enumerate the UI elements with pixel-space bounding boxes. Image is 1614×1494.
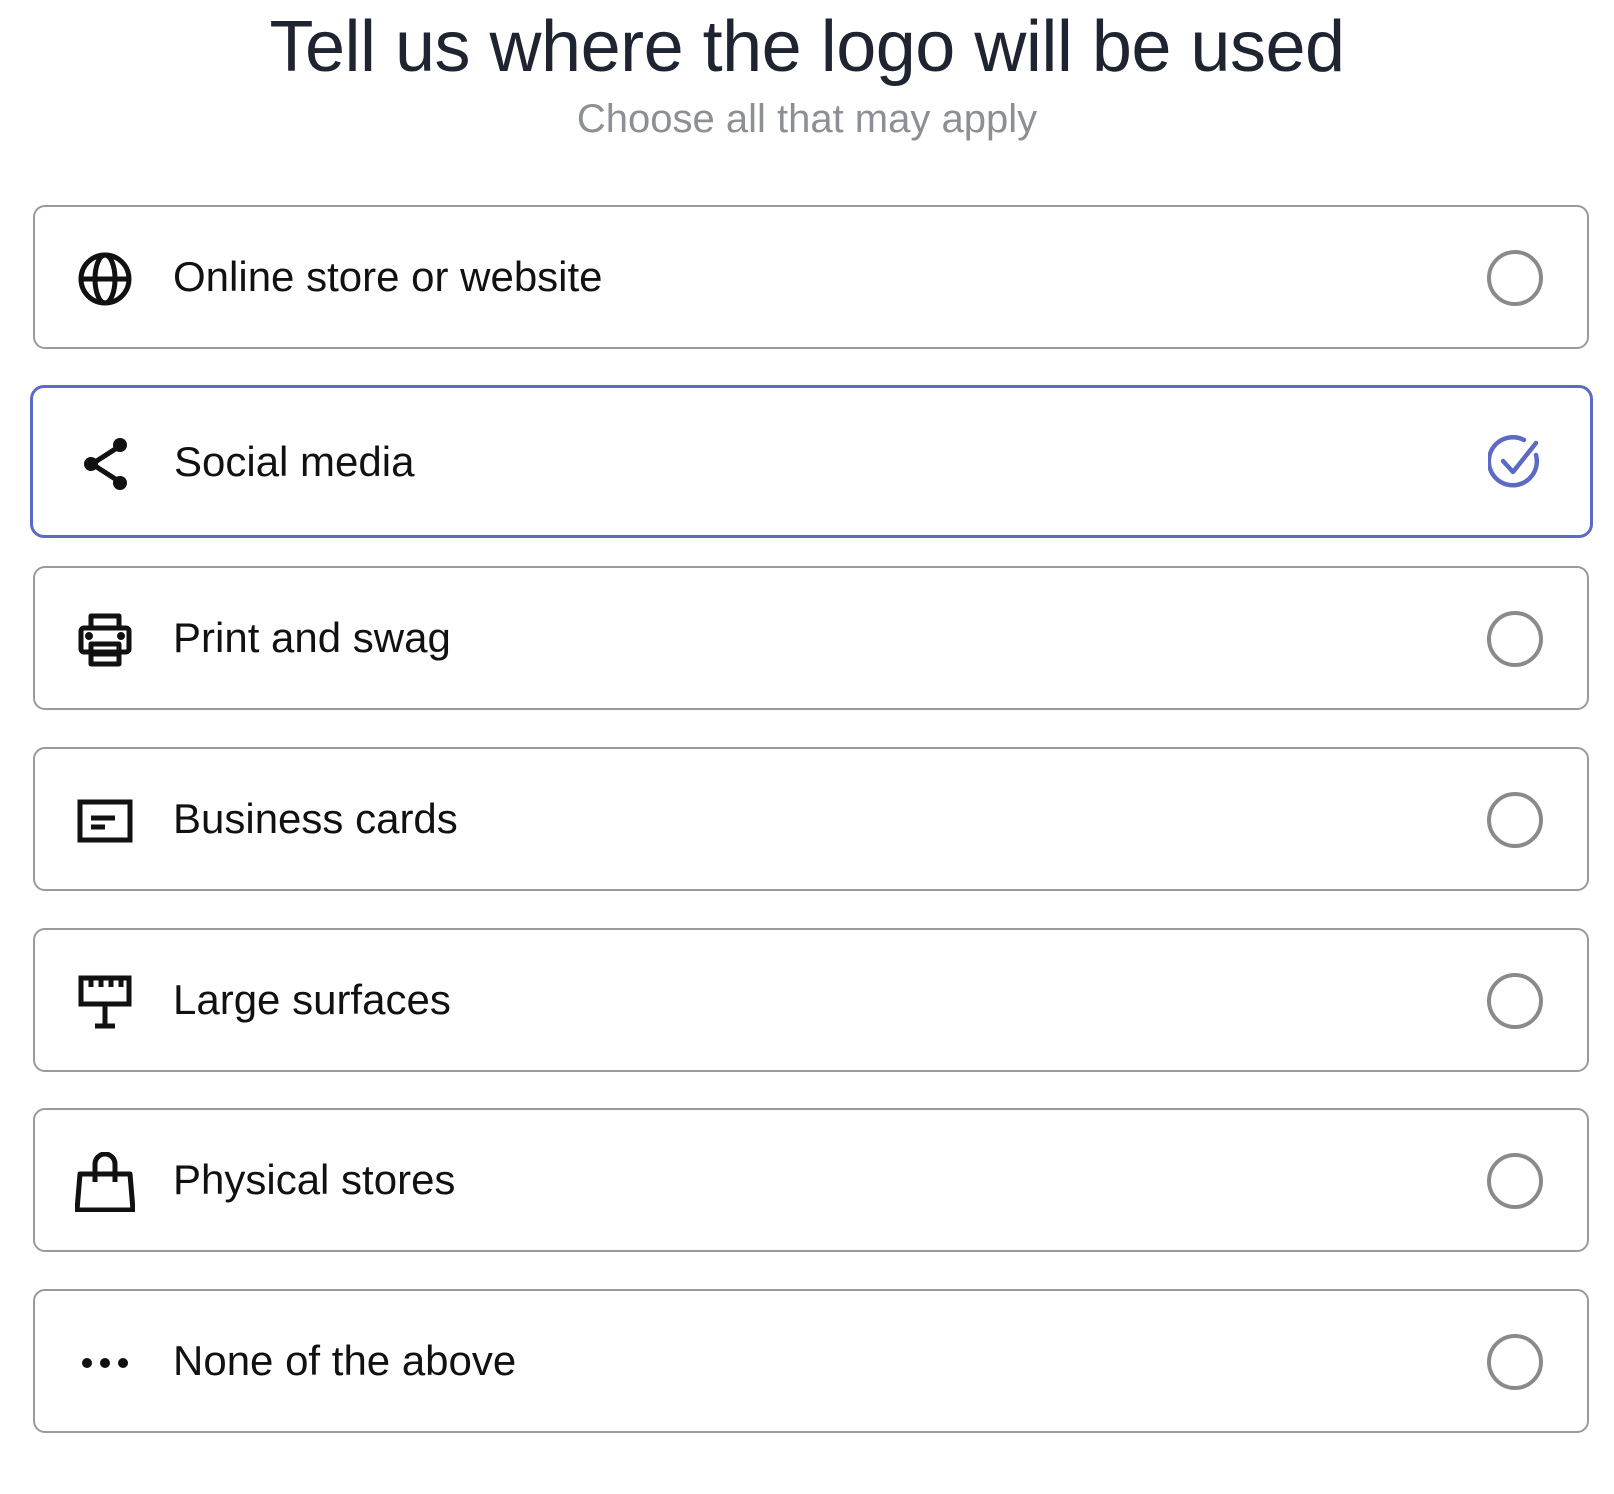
option-large-surfaces[interactable]: Large surfaces [33,928,1589,1072]
globe-icon [75,249,135,309]
unchecked-circle-icon[interactable] [1487,250,1543,306]
option-label: Print and swag [173,614,451,661]
share-icon [76,434,136,494]
option-label: Large surfaces [173,976,451,1023]
page-subtitle: Choose all that may apply [576,97,1038,141]
shopping-bag-icon [75,1152,135,1212]
unchecked-circle-icon[interactable] [1487,1153,1543,1209]
option-social-media[interactable]: Social media [30,385,1593,538]
option-physical-stores[interactable]: Physical stores [33,1108,1589,1252]
option-label: Online store or website [173,253,603,300]
card-icon [75,791,135,851]
option-label: None of the above [173,1337,517,1384]
option-none-of-the-above[interactable]: None of the above [33,1289,1589,1433]
option-label: Physical stores [173,1156,456,1203]
page-title: Tell us where the logo will be used [269,7,1345,87]
unchecked-circle-icon[interactable] [1487,611,1543,667]
option-print-and-swag[interactable]: Print and swag [33,566,1589,710]
unchecked-circle-icon[interactable] [1487,1334,1543,1390]
option-label: Business cards [173,795,458,842]
more-horizontal-icon [75,1333,135,1393]
option-business-cards[interactable]: Business cards [33,747,1589,891]
unchecked-circle-icon[interactable] [1487,973,1543,1029]
printer-icon [75,610,135,670]
checked-circle-icon[interactable] [1488,434,1544,490]
option-online-store[interactable]: Online store or website [33,205,1589,349]
option-label: Social media [174,438,415,485]
billboard-icon [75,972,135,1032]
unchecked-circle-icon[interactable] [1487,792,1543,848]
